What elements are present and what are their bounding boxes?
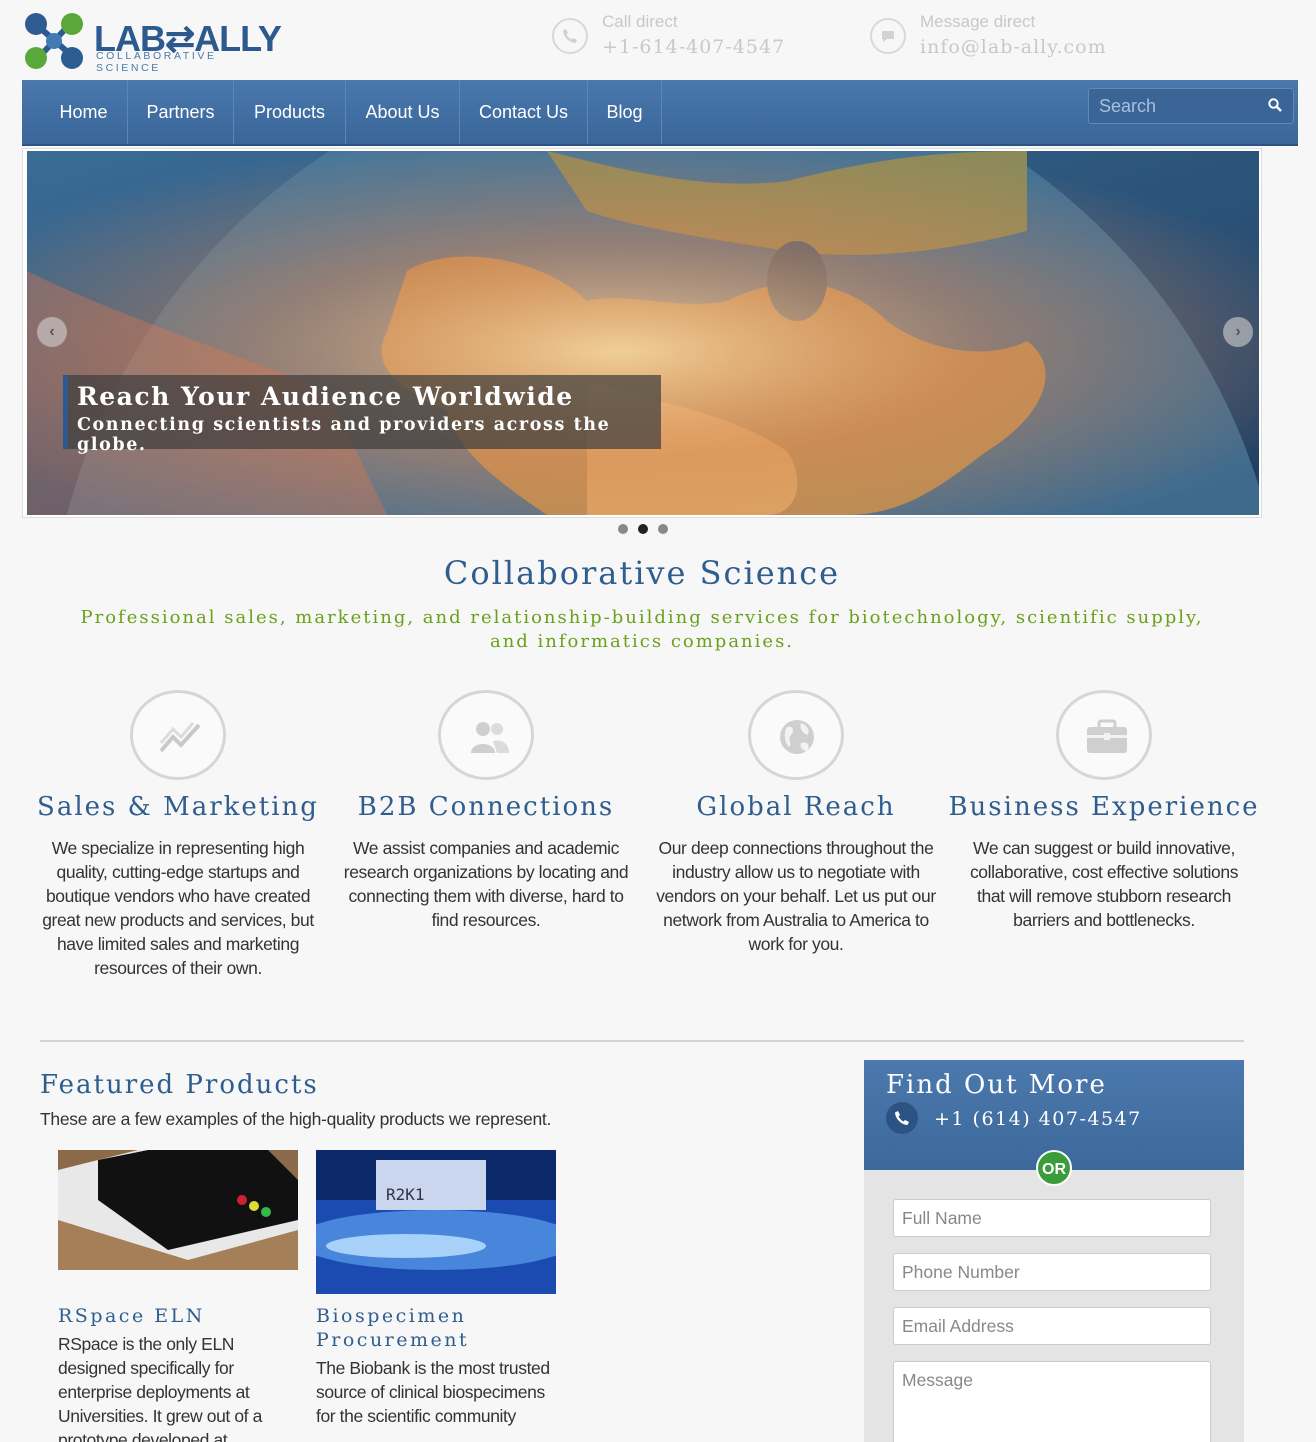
message-label: Message direct <box>920 12 1036 31</box>
nav-home[interactable]: Home <box>40 80 128 144</box>
feature-text: Our deep connections throughout the indu… <box>656 838 936 954</box>
message-value[interactable]: info@lab-ally.com <box>920 36 1107 58</box>
intro-title: Collaborative Science <box>443 554 841 592</box>
carousel-dot[interactable] <box>618 524 628 534</box>
section-divider <box>40 1040 1244 1042</box>
intro-subtitle: Professional sales, marketing, and relat… <box>80 607 1204 652</box>
or-badge: OR <box>1036 1150 1072 1186</box>
email-field[interactable] <box>893 1307 1211 1345</box>
hero-carousel: ‹ › Reach Your Audience Worldwide Connec… <box>22 148 1262 518</box>
logo-molecule-icon <box>25 13 83 69</box>
featured-products-title: Featured Products <box>40 1070 319 1100</box>
logo-tagline: COLLABORATIVE SCIENCE <box>96 50 217 74</box>
hero-slide-image: ‹ › Reach Your Audience Worldwide Connec… <box>27 151 1259 515</box>
call-value[interactable]: +1-614-407-4547 <box>602 36 785 58</box>
message-field[interactable] <box>893 1361 1211 1442</box>
globe-icon <box>748 690 844 780</box>
carousel-prev-button[interactable]: ‹ <box>37 317 67 347</box>
nav-products[interactable]: Products <box>234 80 346 144</box>
product-text: The Biobank is the most trusted source o… <box>316 1358 550 1426</box>
logo[interactable]: LAB⇄ALLY COLLABORATIVE SCIENCE <box>22 8 282 74</box>
feature-title: Global Reach <box>696 792 896 822</box>
chevron-right-icon: › <box>1235 323 1241 340</box>
hero-caption: Reach Your Audience Worldwide Connecting… <box>63 375 661 455</box>
feature-text: We assist companies and academic researc… <box>343 838 629 930</box>
users-icon <box>438 690 534 780</box>
chat-icon <box>870 18 906 54</box>
phone-icon <box>886 1102 918 1134</box>
main-nav: Home Partners Products About Us Contact … <box>22 80 1298 146</box>
chart-trend-icon <box>130 690 226 780</box>
carousel-dot-active[interactable] <box>638 524 648 534</box>
phone-number-field[interactable] <box>893 1253 1211 1291</box>
product-image-biobank[interactable]: R2K1 <box>316 1150 556 1294</box>
product-image-tablet[interactable] <box>58 1150 298 1270</box>
full-name-field[interactable] <box>893 1199 1211 1237</box>
nav-partners[interactable]: Partners <box>128 80 234 144</box>
call-label: Call direct <box>602 12 678 31</box>
phone-icon <box>552 18 588 54</box>
feature-title: Business Experience <box>948 792 1260 822</box>
nav-contact-us[interactable]: Contact Us <box>460 80 588 144</box>
carousel-dot[interactable] <box>658 524 668 534</box>
briefcase-icon <box>1056 690 1152 780</box>
product-text: RSpace is the only ELN designed specific… <box>58 1334 262 1442</box>
product-title[interactable]: Biospecimen Procurement <box>316 1304 556 1352</box>
form-title: Find Out More <box>886 1070 1107 1100</box>
featured-products-subtitle: These are a few examples of the high-qua… <box>40 1109 552 1129</box>
form-phone-number[interactable]: +1 (614) 407-4547 <box>934 1108 1142 1130</box>
chevron-left-icon: ‹ <box>49 323 55 340</box>
globe-illustration <box>27 151 1259 515</box>
carousel-indicators <box>618 524 678 536</box>
product-title[interactable]: RSpace ELN <box>58 1304 298 1328</box>
svg-text:R2K1: R2K1 <box>386 1185 425 1204</box>
search-box <box>1088 88 1294 124</box>
nav-blog[interactable]: Blog <box>588 80 662 144</box>
contact-form <box>864 1170 1244 1442</box>
feature-title: B2B Connections <box>357 792 615 822</box>
feature-text: We can suggest or build innovative, coll… <box>969 838 1239 930</box>
nav-about-us[interactable]: About Us <box>346 80 460 144</box>
search-icon[interactable] <box>1267 97 1285 115</box>
feature-title: Sales & Marketing <box>37 792 319 822</box>
carousel-next-button[interactable]: › <box>1223 317 1253 347</box>
feature-text: We specialize in representing high quali… <box>42 838 314 978</box>
hero-subtitle: Connecting scientists and providers acro… <box>77 415 611 455</box>
hero-title: Reach Your Audience Worldwide <box>77 382 574 411</box>
search-input[interactable] <box>1099 89 1259 123</box>
